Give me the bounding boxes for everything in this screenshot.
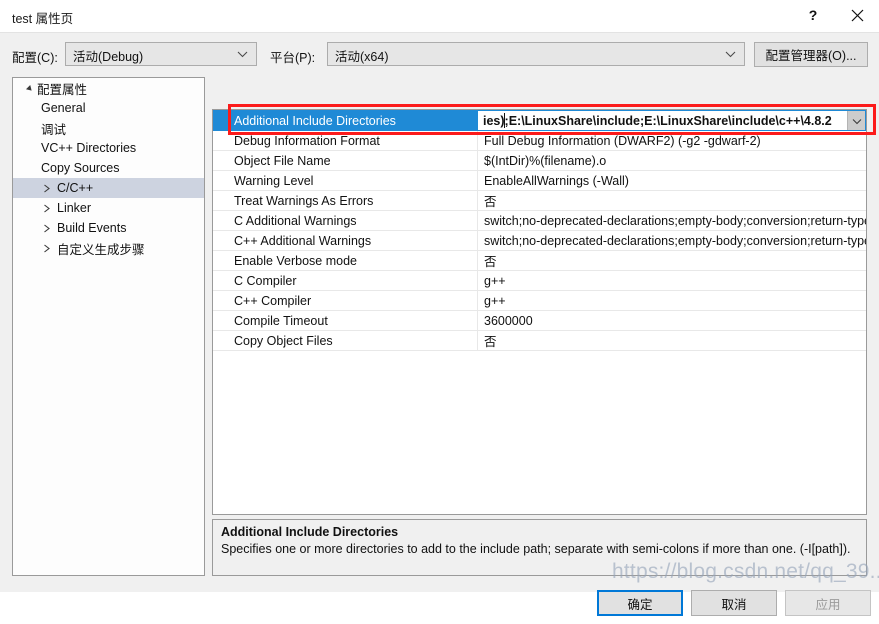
tree-item-build-events[interactable]: Build Events: [13, 218, 204, 238]
tree-children: General 调试 VC++ Directories Copy Sources C/C…: [13, 98, 204, 258]
property-value[interactable]: Full Debug Information (DWARF2) (-g2 -gd…: [478, 131, 866, 150]
platform-value: 活动(x64): [335, 50, 389, 64]
property-grid[interactable]: Additional Include Directories ies);E:\L…: [212, 109, 867, 515]
property-name[interactable]: C++ Compiler: [213, 291, 478, 310]
tree-item-label: General: [41, 101, 86, 115]
description-panel: Additional Include Directories Specifies…: [212, 519, 867, 576]
property-value[interactable]: 3600000: [478, 311, 866, 330]
property-value[interactable]: 否: [478, 191, 866, 210]
tree-item-linker[interactable]: Linker: [13, 198, 204, 218]
description-title: Additional Include Directories: [221, 525, 399, 539]
table-row[interactable]: C++ Compiler g++: [213, 291, 866, 311]
configuration-manager-button[interactable]: 配置管理器(O)...: [754, 42, 868, 67]
property-value[interactable]: switch;no-deprecated-declarations;empty-…: [478, 231, 866, 250]
tree-item-[interactable]: 自定义生成步骤: [13, 238, 204, 258]
expander-expand-icon[interactable]: [41, 204, 53, 213]
table-row[interactable]: Treat Warnings As Errors 否: [213, 191, 866, 211]
property-value[interactable]: switch;no-deprecated-declarations;empty-…: [478, 211, 866, 230]
ok-button[interactable]: 确定: [597, 590, 683, 616]
property-name[interactable]: Treat Warnings As Errors: [213, 191, 478, 210]
tree-item-label: VC++ Directories: [41, 141, 137, 155]
table-row[interactable]: C Additional Warnings switch;no-deprecate…: [213, 211, 866, 231]
apply-button[interactable]: 应用: [785, 590, 871, 616]
chevron-down-icon: [852, 114, 862, 128]
property-name[interactable]: C Compiler: [213, 271, 478, 290]
property-row-active[interactable]: Additional Include Directories ies);E:\L…: [213, 110, 866, 131]
chevron-down-icon: [725, 43, 736, 65]
tree-item-copy-sources[interactable]: Copy Sources: [13, 158, 204, 178]
tree-root-configuration-properties[interactable]: 配置属性: [13, 78, 204, 98]
configuration-label: 配置(C):: [12, 51, 58, 65]
window-title: test 属性页: [12, 12, 74, 26]
value-dropdown-button[interactable]: [847, 111, 865, 130]
table-row[interactable]: Compile Timeout 3600000: [213, 311, 866, 331]
property-value[interactable]: EnableAllWarnings (-Wall): [478, 171, 866, 190]
tree-item-c-c++[interactable]: C/C++: [13, 178, 204, 198]
property-name[interactable]: Debug Information Format: [213, 131, 478, 150]
help-icon: ?: [808, 7, 818, 23]
tree-item-[interactable]: 调试: [13, 118, 204, 138]
table-row[interactable]: Debug Information Format Full Debug Infor…: [213, 131, 866, 151]
table-row[interactable]: Object File Name $(IntDir)%(filename).o: [213, 151, 866, 171]
cancel-button[interactable]: 取消: [691, 590, 777, 616]
close-button[interactable]: [835, 0, 879, 30]
text-caret: [504, 113, 505, 128]
description-text: Specifies one or more directories to add…: [221, 542, 851, 556]
property-value[interactable]: g++: [478, 271, 866, 290]
property-name[interactable]: Object File Name: [213, 151, 478, 170]
property-name[interactable]: C Additional Warnings: [213, 211, 478, 230]
close-icon: [851, 9, 864, 22]
property-value[interactable]: g++: [478, 291, 866, 310]
tree-item-label: 调试: [41, 122, 67, 137]
property-name[interactable]: Copy Object Files: [213, 331, 478, 350]
configuration-bar: 配置(C): 活动(Debug) 平台(P): 活动(x64) 配置管理器(O)…: [0, 41, 879, 71]
table-row[interactable]: Enable Verbose mode 否: [213, 251, 866, 271]
help-button[interactable]: ?: [791, 0, 835, 30]
additional-include-directories-value: ies);E:\LinuxShare\include;E:\LinuxShare…: [483, 113, 832, 128]
expander-collapse-icon[interactable]: [23, 84, 35, 93]
property-row-list: Debug Information Format Full Debug Infor…: [213, 131, 866, 351]
dialog-body: 配置(C): 活动(Debug) 平台(P): 活动(x64) 配置管理器(O)…: [0, 32, 879, 616]
chevron-down-icon: [237, 43, 248, 65]
expander-expand-icon[interactable]: [41, 244, 53, 253]
property-name[interactable]: Warning Level: [213, 171, 478, 190]
tree-item-label: Build Events: [57, 221, 127, 235]
table-row[interactable]: C++ Additional Warnings switch;no-depreca…: [213, 231, 866, 251]
table-row[interactable]: C Compiler g++: [213, 271, 866, 291]
property-name[interactable]: Compile Timeout: [213, 311, 478, 330]
tree-item-label: 自定义生成步骤: [57, 242, 145, 257]
tree-item-label: Linker: [57, 201, 92, 215]
property-value[interactable]: $(IntDir)%(filename).o: [478, 151, 866, 170]
tree-item-label: C/C++: [57, 181, 94, 195]
tree-item-label: Copy Sources: [41, 161, 120, 175]
configuration-tree[interactable]: 配置属性 General 调试 VC++ Directories Copy Sourc…: [12, 77, 205, 576]
platform-label: 平台(P):: [270, 51, 316, 65]
property-value[interactable]: 否: [478, 251, 866, 270]
table-row[interactable]: Copy Object Files 否: [213, 331, 866, 351]
tree-item-general[interactable]: General: [13, 98, 204, 118]
property-value[interactable]: 否: [478, 331, 866, 350]
expander-expand-icon[interactable]: [41, 224, 53, 233]
expander-expand-icon[interactable]: [41, 184, 53, 193]
table-row[interactable]: Warning Level EnableAllWarnings (-Wall): [213, 171, 866, 191]
title-bar: test 属性页 ?: [0, 0, 879, 33]
property-name[interactable]: Enable Verbose mode: [213, 251, 478, 270]
configuration-value: 活动(Debug): [73, 50, 144, 64]
title-bar-buttons: ?: [791, 0, 879, 32]
property-name-additional-include-directories[interactable]: Additional Include Directories: [213, 110, 478, 131]
tree-item-vc++-directories[interactable]: VC++ Directories: [13, 138, 204, 158]
dialog-footer: 确定 取消 应用: [0, 586, 879, 624]
additional-include-directories-input[interactable]: ies);E:\LinuxShare\include;E:\LinuxShare…: [478, 110, 866, 131]
property-name[interactable]: C++ Additional Warnings: [213, 231, 478, 250]
configuration-dropdown[interactable]: 活动(Debug): [65, 42, 257, 66]
platform-dropdown[interactable]: 活动(x64): [327, 42, 745, 66]
